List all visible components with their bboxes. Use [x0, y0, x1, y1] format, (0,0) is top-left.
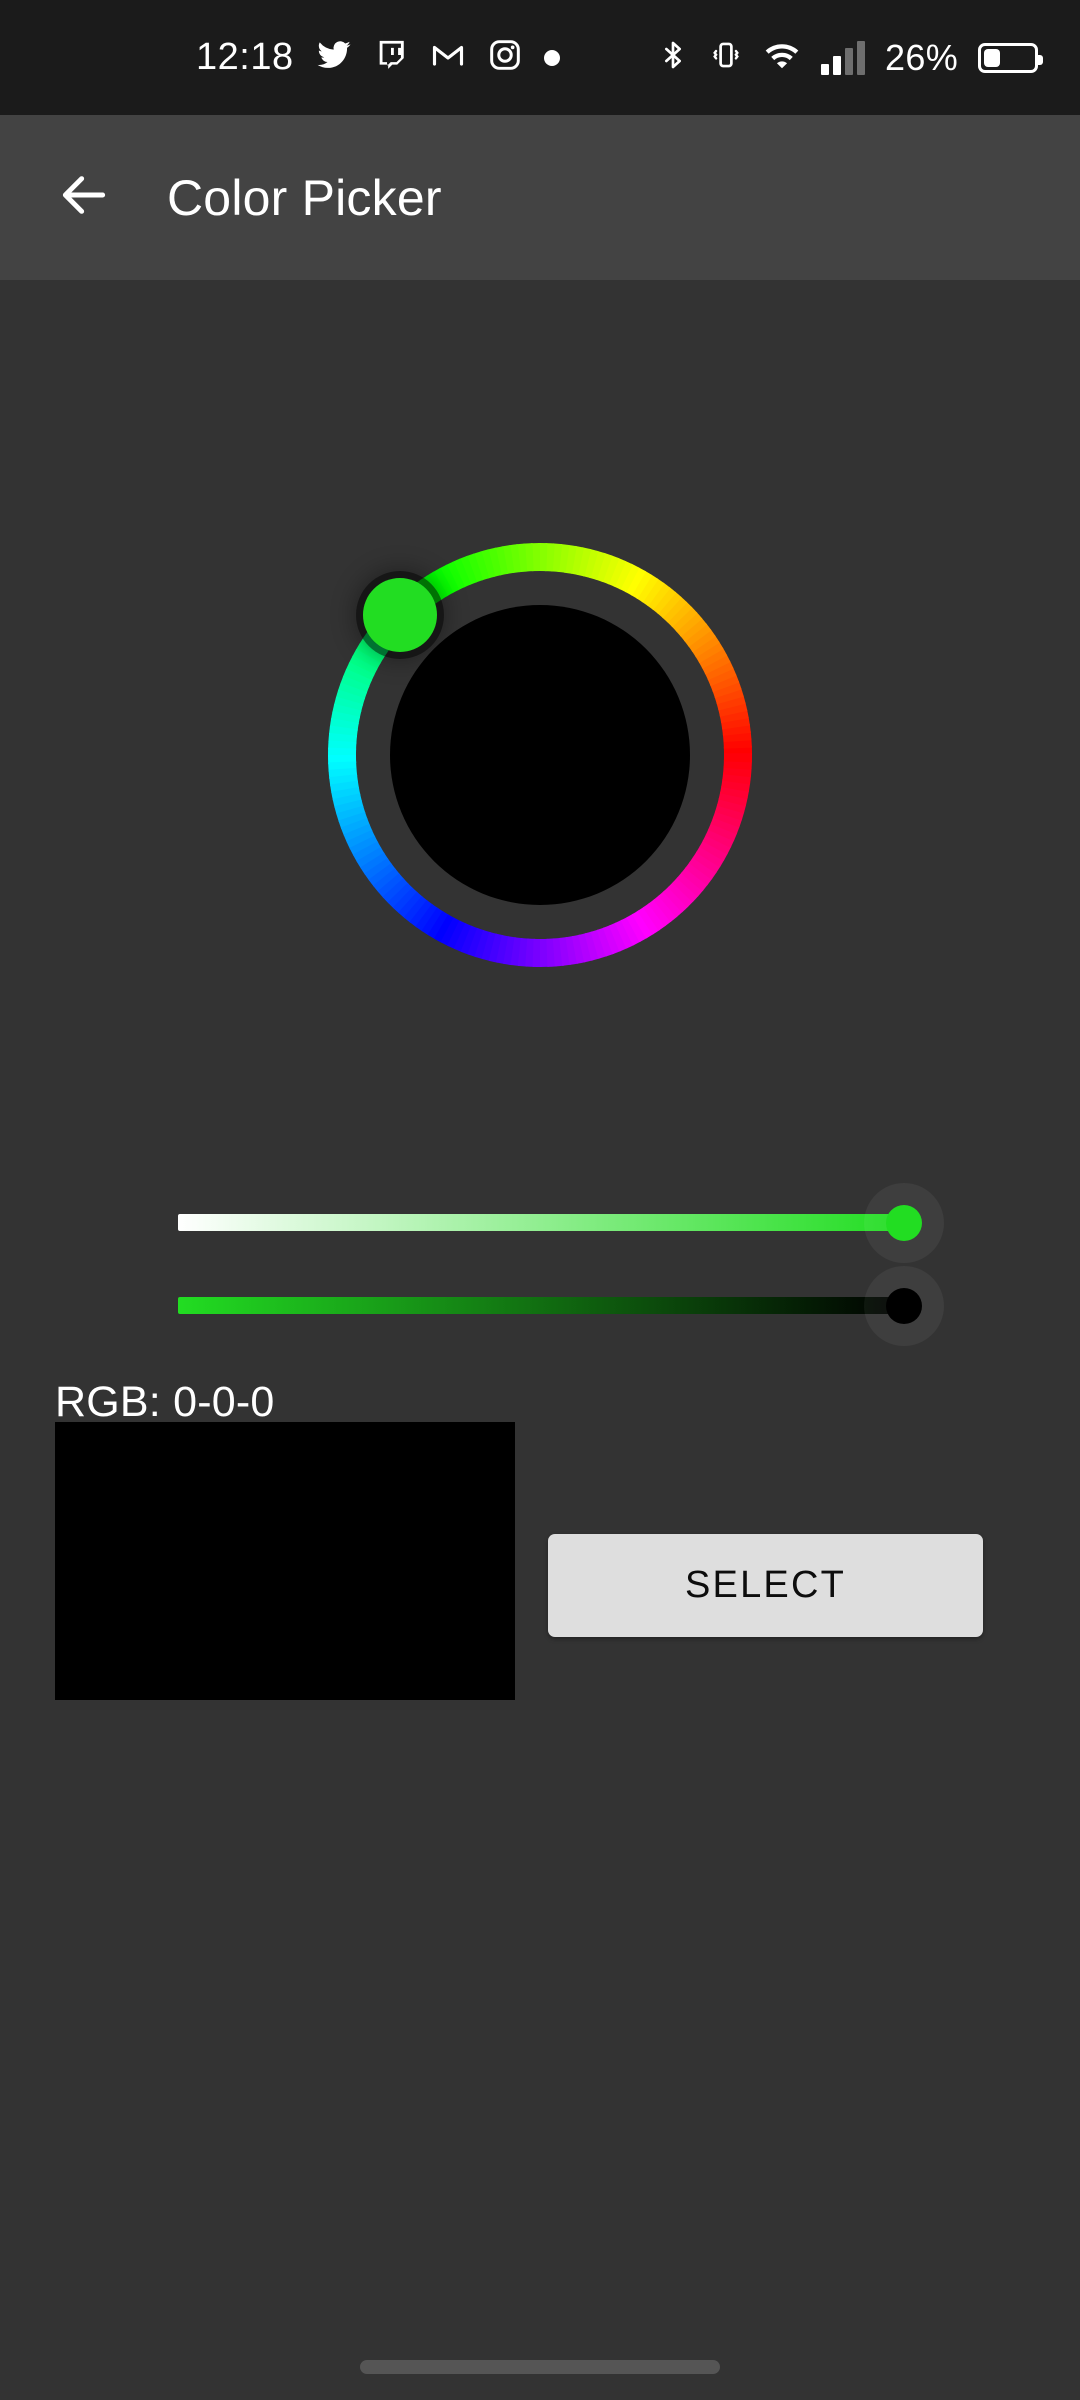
wifi-icon	[763, 39, 801, 76]
status-bar-clock: 12:18	[196, 36, 294, 78]
vibrate-icon	[709, 38, 743, 77]
signal-icon	[821, 40, 866, 75]
saturation-slider-thumb[interactable]	[886, 1205, 922, 1241]
app-bar: Color Picker	[0, 115, 1080, 280]
gmail-icon	[430, 37, 466, 78]
status-bar-left-group: 12:18	[196, 36, 560, 79]
status-bar: 12:18 26%	[0, 0, 1080, 115]
color-wheel-picker[interactable]	[155, 370, 925, 1140]
instagram-icon	[488, 38, 522, 77]
notification-dot-icon	[543, 49, 560, 66]
back-button[interactable]	[36, 150, 132, 246]
twitter-icon	[316, 37, 352, 78]
twitch-icon	[374, 38, 408, 77]
select-button[interactable]: SELECT	[548, 1534, 983, 1637]
bluetooth-icon	[657, 37, 689, 78]
battery-icon	[978, 42, 1043, 73]
rgb-readout-label: RGB: 0-0-0	[55, 1378, 275, 1426]
color-wheel-area	[0, 280, 1080, 1170]
brightness-slider[interactable]	[178, 1266, 944, 1346]
page-title: Color Picker	[167, 169, 442, 226]
battery-percent-label: 26%	[885, 36, 958, 78]
brightness-slider-track[interactable]	[178, 1297, 900, 1314]
status-bar-right-group: 26%	[657, 0, 1043, 115]
selected-color-disc	[390, 605, 690, 905]
saturation-slider-track[interactable]	[178, 1214, 900, 1231]
color-preview-swatch	[55, 1422, 515, 1700]
gesture-navigation-bar[interactable]	[360, 2360, 720, 2374]
color-picker-screen: 12:18 26% Color Picker RGB: 0-0-0 SELECT	[0, 0, 1080, 2400]
saturation-slider[interactable]	[178, 1183, 944, 1263]
hue-thumb[interactable]	[355, 570, 444, 659]
arrow-left-icon	[56, 167, 112, 228]
brightness-slider-thumb[interactable]	[886, 1288, 922, 1324]
